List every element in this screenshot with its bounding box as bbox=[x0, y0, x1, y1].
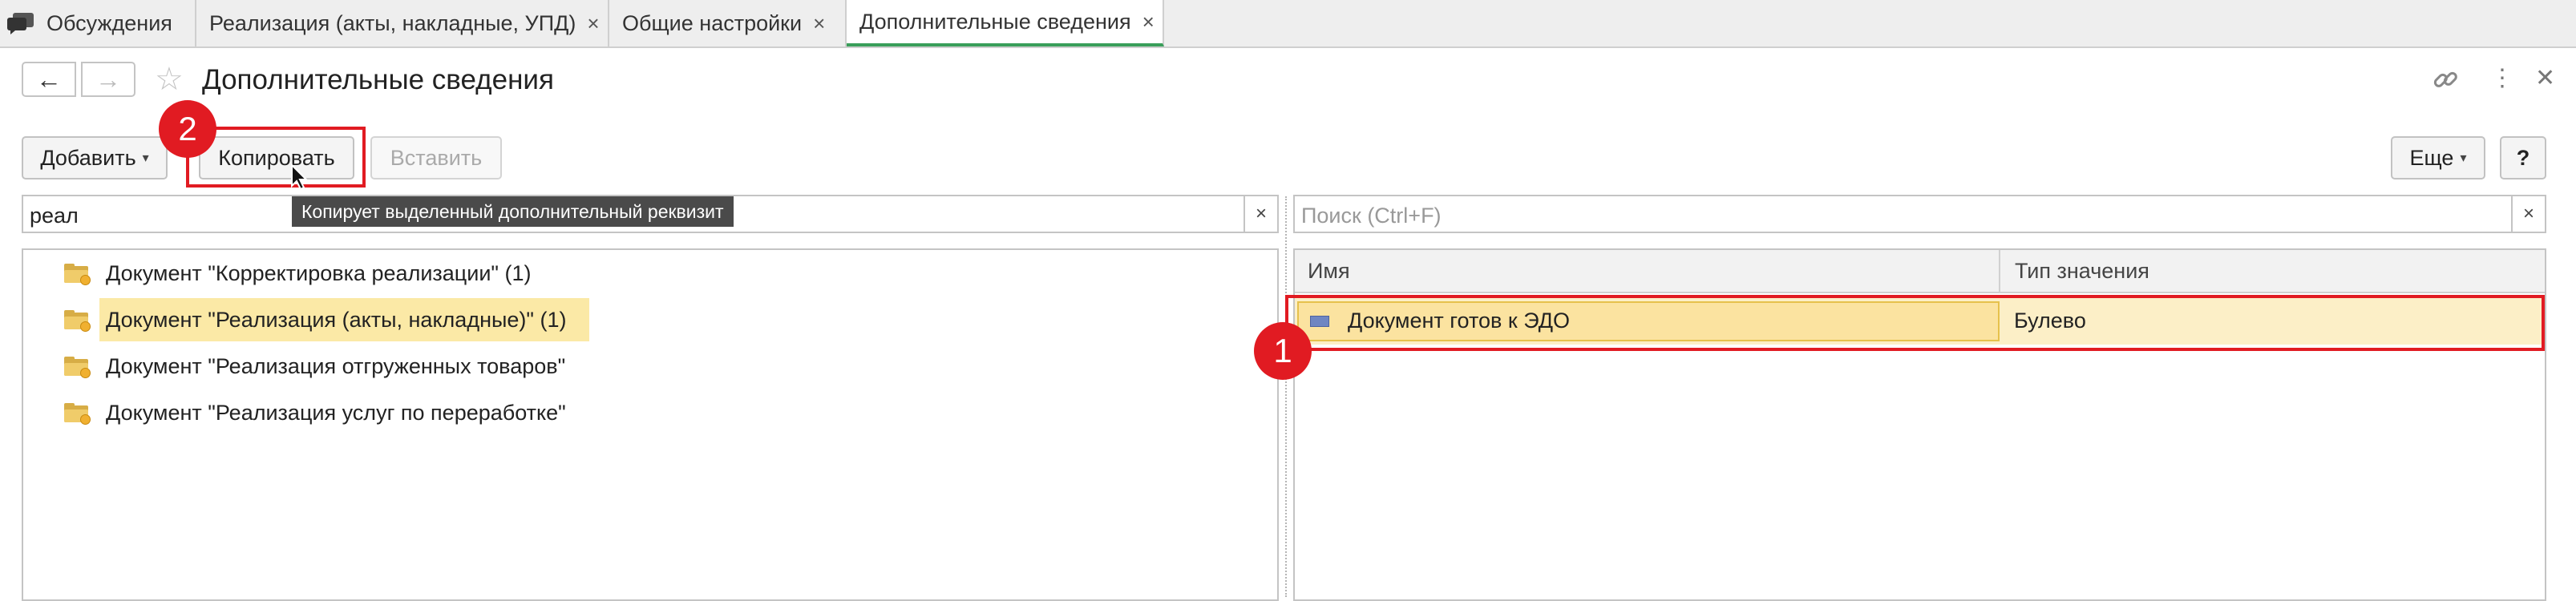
step-badge-2: 2 bbox=[159, 100, 216, 158]
more-label: Еще bbox=[2409, 145, 2454, 170]
folder-icon bbox=[64, 264, 91, 285]
chat-icon bbox=[6, 11, 35, 35]
folder-icon bbox=[64, 310, 91, 332]
annotation-box-1 bbox=[1285, 295, 2545, 351]
more-button[interactable]: Еще ▾ bbox=[2391, 136, 2485, 179]
tab-label: Общие настройки bbox=[622, 10, 803, 35]
star-icon[interactable]: ☆ bbox=[155, 61, 184, 98]
add-label: Добавить bbox=[40, 145, 136, 170]
folder-icon bbox=[64, 403, 91, 425]
grid-header: Имя Тип значения bbox=[1295, 250, 2545, 293]
arrow-right-icon: → bbox=[95, 64, 121, 94]
list-item-label: Документ "Реализация услуг по переработк… bbox=[106, 400, 566, 425]
mouse-cursor-icon bbox=[290, 163, 309, 195]
list-item-label: Документ "Корректировка реализации" (1) bbox=[106, 260, 532, 285]
forward-button[interactable]: → bbox=[81, 62, 135, 97]
tab-bar: Обсуждения Реализация (акты, накладные, … bbox=[0, 0, 2576, 48]
right-search-placeholder: Поиск (Ctrl+F) bbox=[1301, 204, 1442, 228]
more-vertical-icon[interactable]: ⋮ bbox=[2490, 64, 2514, 92]
tab-label: Дополнительные сведения bbox=[859, 9, 1131, 34]
help-label: ? bbox=[2516, 145, 2530, 170]
paste-button[interactable]: Вставить bbox=[370, 136, 502, 179]
tab-label: Обсуждения bbox=[47, 10, 172, 35]
panel-splitter[interactable] bbox=[1285, 196, 1287, 597]
tab-realization[interactable]: Реализация (акты, накладные, УПД) × bbox=[196, 0, 609, 46]
tab-general-settings[interactable]: Общие настройки × bbox=[609, 0, 847, 46]
arrow-left-icon: ← bbox=[36, 64, 62, 94]
folder-icon bbox=[64, 357, 91, 378]
list-item[interactable]: Документ "Корректировка реализации" (1) bbox=[64, 253, 554, 293]
close-icon[interactable]: ✕ bbox=[2535, 64, 2555, 92]
caret-down-icon: ▾ bbox=[142, 151, 149, 165]
clear-icon[interactable]: × bbox=[2511, 196, 2545, 232]
clear-icon[interactable]: × bbox=[1244, 196, 1277, 232]
tab-discussions[interactable]: Обсуждения bbox=[0, 0, 196, 46]
tooltip: Копирует выделенный дополнительный рекви… bbox=[292, 196, 734, 227]
step-badge-1: 1 bbox=[1254, 322, 1312, 380]
link-icon[interactable] bbox=[2431, 66, 2463, 98]
column-header-name[interactable]: Имя bbox=[1295, 250, 2000, 292]
left-search-value: реал bbox=[30, 204, 79, 228]
list-item-label: Документ "Реализация отгруженных товаров… bbox=[106, 353, 566, 378]
list-item[interactable]: Документ "Реализация (акты, накладные)" … bbox=[64, 298, 589, 341]
paste-label: Вставить bbox=[390, 145, 483, 170]
column-header-type[interactable]: Тип значения bbox=[2002, 250, 2545, 292]
close-icon[interactable]: × bbox=[1142, 10, 1155, 34]
caret-down-icon: ▾ bbox=[2460, 151, 2467, 165]
tab-additional-info[interactable]: Дополнительные сведения × bbox=[847, 0, 1164, 46]
close-icon[interactable]: × bbox=[587, 11, 599, 36]
back-button[interactable]: ← bbox=[22, 62, 76, 97]
page-title: Дополнительные сведения bbox=[202, 64, 554, 95]
list-item[interactable]: Документ "Реализация отгруженных товаров… bbox=[64, 346, 588, 386]
add-button[interactable]: Добавить ▾ bbox=[22, 136, 168, 179]
tab-label: Реализация (акты, накладные, УПД) bbox=[209, 10, 576, 35]
close-icon[interactable]: × bbox=[813, 11, 825, 36]
help-button[interactable]: ? bbox=[2500, 136, 2546, 179]
list-item-label: Документ "Реализация (акты, накладные)" … bbox=[99, 298, 589, 341]
list-item[interactable]: Документ "Реализация услуг по переработк… bbox=[64, 393, 588, 433]
right-search-input[interactable]: Поиск (Ctrl+F) × bbox=[1293, 195, 2546, 233]
